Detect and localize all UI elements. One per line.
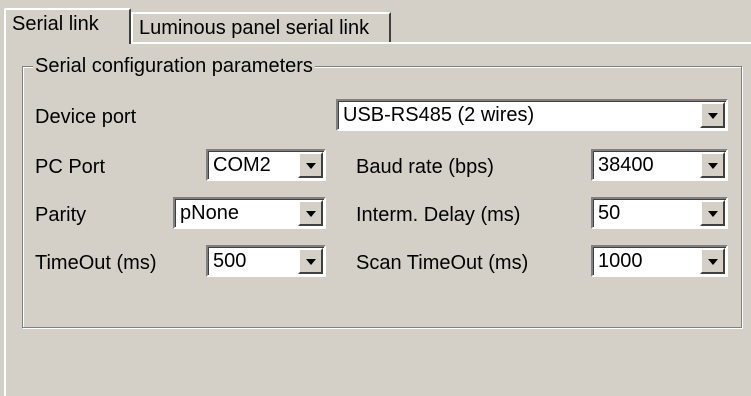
parity-value: pNone	[180, 202, 239, 224]
tab-luminous-panel-serial-link-label: Luminous panel serial link	[139, 17, 370, 39]
scan-timeout-value: 1000	[598, 250, 643, 272]
chevron-down-icon	[708, 259, 718, 265]
chevron-down-icon	[306, 211, 316, 217]
baud-rate-value: 38400	[598, 154, 654, 176]
scan-timeout-label: Scan TimeOut (ms)	[356, 252, 529, 274]
chevron-down-icon	[708, 163, 718, 169]
device-port-label: Device port	[35, 106, 137, 128]
pc-port-dropdown-button[interactable]	[298, 152, 323, 178]
device-port-select[interactable]: USB-RS485 (2 wires)	[336, 99, 728, 131]
chevron-down-icon	[708, 113, 718, 119]
interm-delay-select[interactable]: 50	[591, 197, 728, 229]
parity-label: Parity	[35, 204, 87, 226]
baud-rate-select[interactable]: 38400	[591, 149, 728, 181]
device-port-value: USB-RS485 (2 wires)	[343, 104, 535, 126]
pc-port-value: COM2	[213, 154, 271, 176]
tab-strip: Serial link Luminous panel serial link	[0, 8, 751, 44]
baud-rate-dropdown-button[interactable]	[700, 152, 725, 178]
scan-timeout-dropdown-button[interactable]	[700, 248, 725, 274]
chevron-down-icon	[708, 211, 718, 217]
pc-port-label: PC Port	[35, 156, 106, 178]
scan-timeout-select[interactable]: 1000	[591, 245, 728, 277]
timeout-label: TimeOut (ms)	[35, 252, 157, 274]
tab-serial-link-label: Serial link	[12, 13, 99, 35]
device-port-dropdown-button[interactable]	[700, 102, 725, 128]
groupbox-title: Serial configuration parameters	[33, 54, 315, 78]
timeout-select[interactable]: 500	[206, 245, 326, 277]
tab-luminous-panel-serial-link[interactable]: Luminous panel serial link	[131, 12, 391, 42]
tab-serial-link[interactable]: Serial link	[4, 8, 131, 44]
interm-delay-value: 50	[598, 202, 621, 224]
timeout-value: 500	[213, 250, 247, 272]
serial-link-tab-panel: Serial configuration parameters Device p…	[4, 42, 751, 396]
serial-settings-window: Serial link Luminous panel serial link S…	[0, 0, 751, 396]
timeout-dropdown-button[interactable]	[298, 248, 323, 274]
serial-configuration-groupbox: Serial configuration parameters Device p…	[22, 54, 742, 328]
parity-select[interactable]: pNone	[173, 197, 326, 229]
interm-delay-label: Interm. Delay (ms)	[356, 204, 521, 226]
baud-rate-label: Baud rate (bps)	[356, 156, 494, 178]
interm-delay-dropdown-button[interactable]	[700, 200, 725, 226]
chevron-down-icon	[306, 163, 316, 169]
parity-dropdown-button[interactable]	[298, 200, 323, 226]
pc-port-select[interactable]: COM2	[206, 149, 326, 181]
chevron-down-icon	[306, 259, 316, 265]
